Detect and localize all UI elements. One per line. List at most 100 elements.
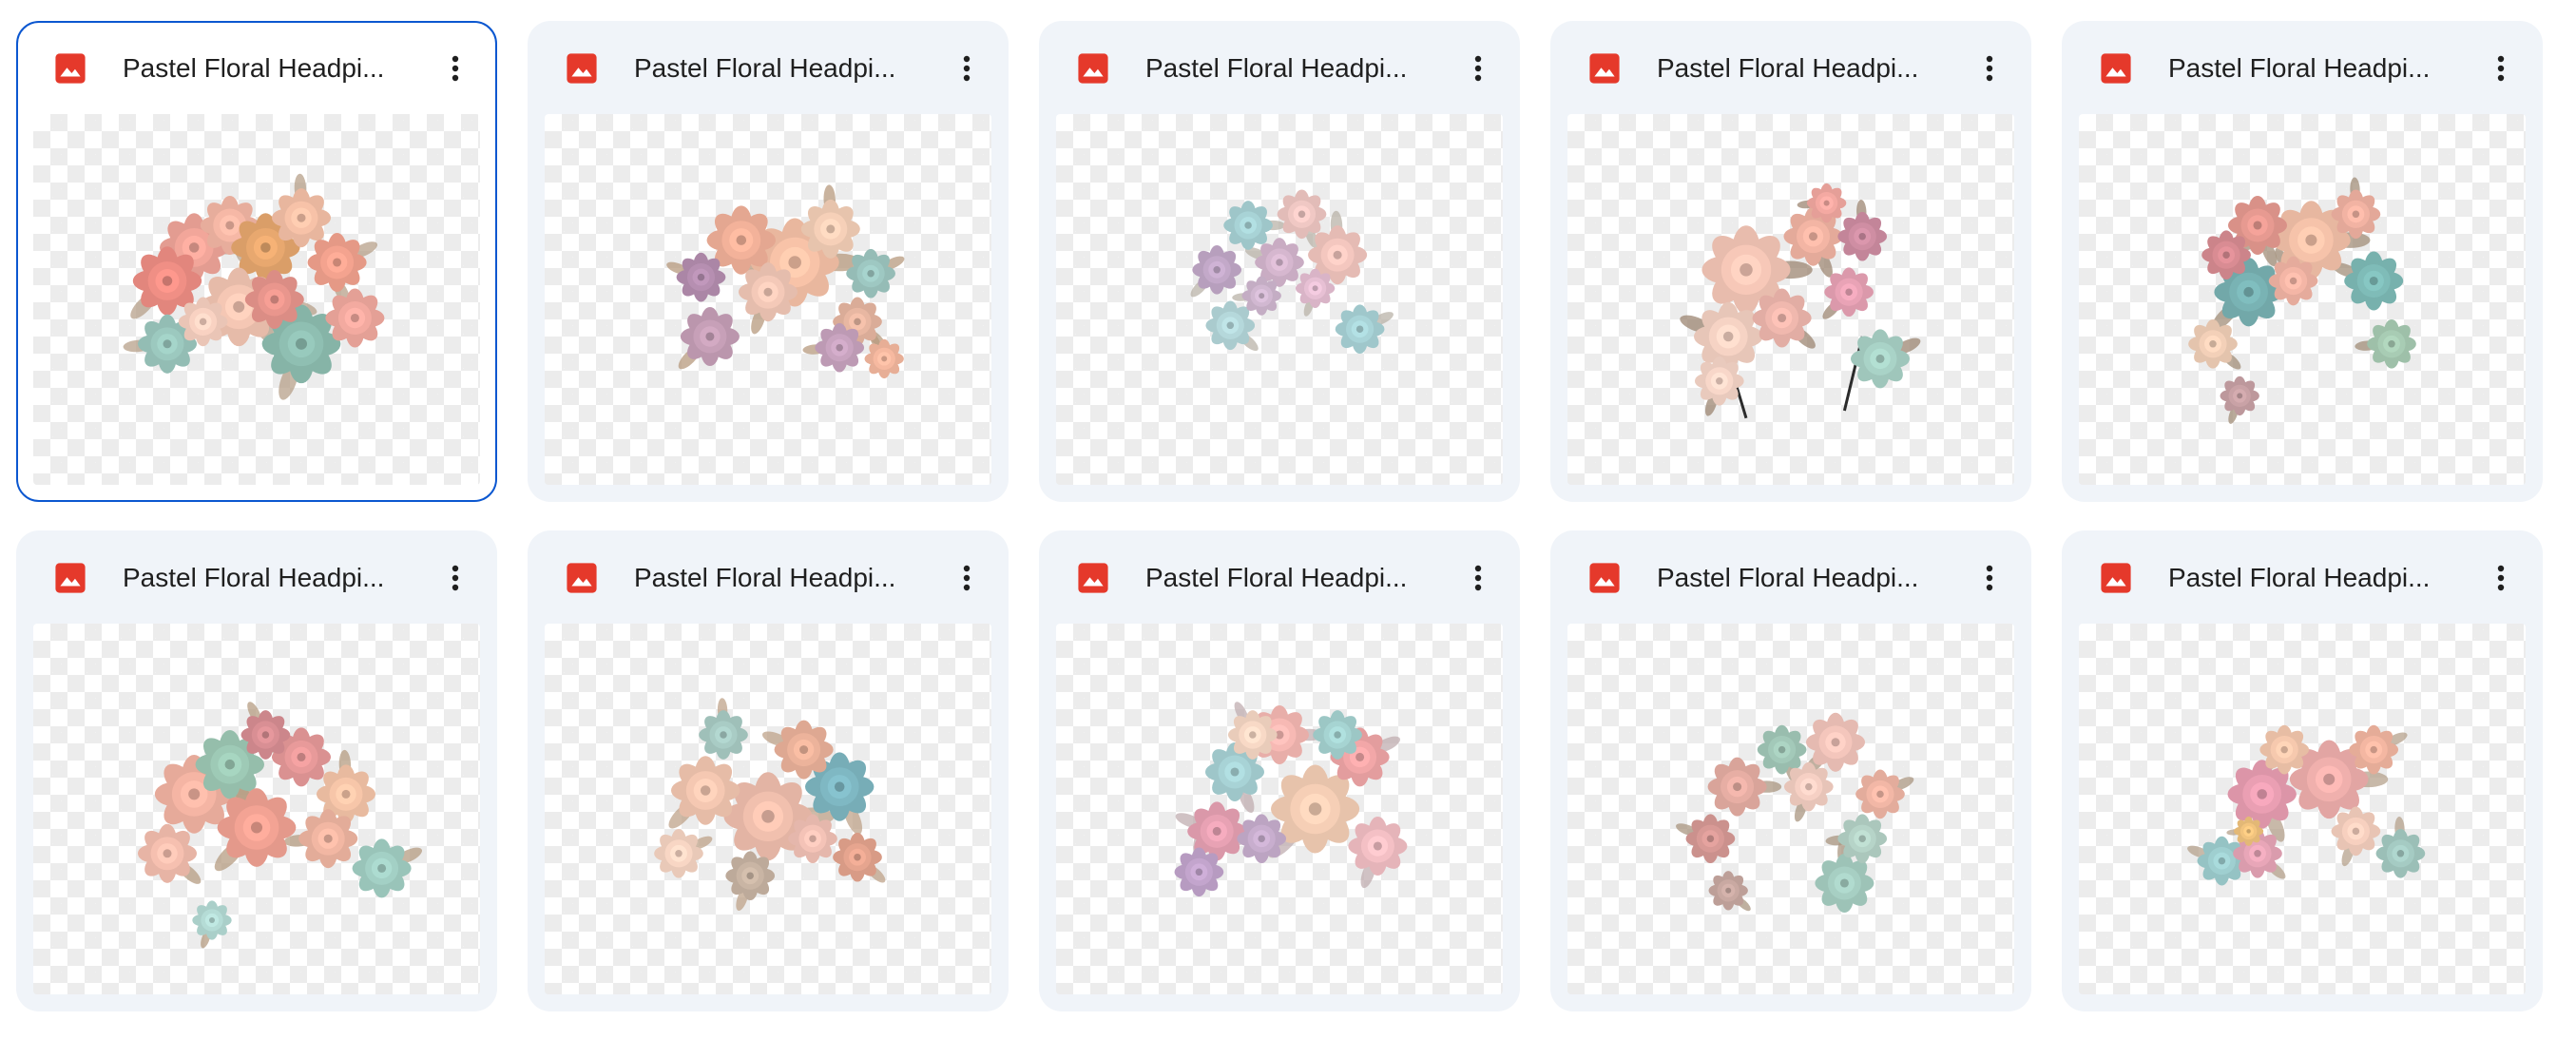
more-options-button[interactable] — [1457, 557, 1499, 599]
flower — [1752, 288, 1812, 348]
flower — [846, 248, 895, 299]
more-vert-icon — [1474, 565, 1482, 591]
file-card[interactable]: Pastel Floral Headpi... — [1039, 530, 1520, 1011]
file-card[interactable]: Pastel Floral Headpi... — [528, 530, 1009, 1011]
floral-headpiece-image — [137, 702, 423, 949]
file-name: Pastel Floral Headpi... — [123, 563, 385, 592]
file-name: Pastel Floral Headpi... — [1657, 53, 1919, 83]
file-card-header: Pastel Floral Headpi... — [529, 532, 1007, 624]
file-card[interactable]: Pastel Floral Headpi... — [16, 21, 497, 502]
more-vert-icon — [452, 55, 459, 82]
flower — [1237, 814, 1287, 864]
flower — [1192, 244, 1242, 295]
file-card[interactable]: Pastel Floral Headpi... — [1550, 21, 2031, 502]
flower — [1241, 276, 1281, 316]
flower — [244, 269, 304, 330]
more-vert-icon — [1474, 55, 1482, 82]
flower — [2188, 318, 2238, 369]
file-card-header: Pastel Floral Headpi... — [18, 532, 495, 624]
flower — [307, 232, 367, 293]
flower — [788, 814, 837, 864]
flower — [833, 832, 882, 882]
more-vert-icon — [963, 565, 971, 591]
image-thumbnail[interactable] — [1056, 624, 1503, 994]
floral-headpiece-image — [2188, 177, 2416, 424]
image-file-icon — [566, 562, 598, 594]
more-options-button[interactable] — [2480, 48, 2522, 89]
flower — [815, 322, 865, 373]
flower — [217, 788, 297, 867]
file-card-header: Pastel Floral Headpi... — [2064, 532, 2541, 624]
file-card[interactable]: Pastel Floral Headpi... — [2062, 530, 2543, 1011]
flower — [1313, 710, 1362, 760]
file-card[interactable]: Pastel Floral Headpi... — [528, 21, 1009, 502]
flower — [1708, 871, 1748, 911]
floral-headpiece-image — [654, 698, 886, 911]
image-thumbnail[interactable] — [33, 114, 480, 485]
flower — [1174, 847, 1224, 897]
file-name: Pastel Floral Headpi... — [634, 563, 896, 592]
flower — [2331, 189, 2381, 240]
flower — [654, 828, 703, 878]
flower — [325, 288, 385, 348]
more-options-button[interactable] — [2480, 557, 2522, 599]
image-file-icon — [566, 52, 598, 85]
image-thumbnail[interactable] — [545, 624, 991, 994]
flower — [1335, 304, 1385, 355]
more-options-button[interactable] — [1457, 48, 1499, 89]
image-file-icon — [2100, 52, 2132, 85]
flower — [2344, 251, 2404, 311]
image-thumbnail[interactable] — [1567, 624, 2014, 994]
flower — [1277, 189, 1327, 240]
flower — [352, 838, 412, 898]
flower — [2220, 376, 2259, 416]
file-card-header: Pastel Floral Headpi... — [1552, 532, 2029, 624]
file-card[interactable]: Pastel Floral Headpi... — [1039, 21, 1520, 502]
file-card-header: Pastel Floral Headpi... — [18, 23, 495, 114]
flower — [1806, 183, 1847, 223]
file-card[interactable]: Pastel Floral Headpi... — [2062, 21, 2543, 502]
file-card-header: Pastel Floral Headpi... — [1041, 532, 1518, 624]
more-vert-icon — [2497, 565, 2505, 591]
flower — [178, 297, 228, 347]
floral-headpiece-image — [1190, 189, 1394, 355]
more-vert-icon — [1986, 565, 1993, 591]
more-options-button[interactable] — [946, 48, 988, 89]
flower — [2201, 230, 2251, 280]
image-thumbnail[interactable] — [2079, 114, 2526, 485]
more-options-button[interactable] — [1969, 48, 2010, 89]
image-thumbnail[interactable] — [545, 114, 991, 485]
flower — [1685, 814, 1736, 864]
flower — [1783, 761, 1834, 812]
file-card-header: Pastel Floral Headpi... — [1041, 23, 1518, 114]
more-options-button[interactable] — [434, 557, 476, 599]
file-card[interactable]: Pastel Floral Headpi... — [1550, 530, 2031, 1011]
more-options-button[interactable] — [1969, 557, 2010, 599]
flower — [192, 900, 232, 940]
image-thumbnail[interactable] — [1567, 114, 2014, 485]
floral-headpiece-image — [666, 184, 905, 379]
flower — [240, 710, 291, 760]
file-name: Pastel Floral Headpi... — [634, 53, 896, 83]
file-name: Pastel Floral Headpi... — [1145, 563, 1408, 592]
file-name: Pastel Floral Headpi... — [2168, 563, 2431, 592]
flower — [1295, 268, 1336, 308]
flower — [1850, 329, 1911, 389]
flower — [699, 710, 748, 760]
image-thumbnail[interactable] — [33, 624, 480, 994]
flower — [1805, 712, 1866, 772]
image-thumbnail[interactable] — [1056, 114, 1503, 485]
more-vert-icon — [1986, 55, 1993, 82]
flower — [1348, 816, 1408, 876]
file-card[interactable]: Pastel Floral Headpi... — [16, 530, 497, 1011]
image-file-icon — [54, 562, 87, 594]
image-thumbnail[interactable] — [2079, 624, 2526, 994]
flower — [2234, 816, 2264, 846]
flower — [2367, 318, 2416, 369]
file-name: Pastel Floral Headpi... — [2168, 53, 2431, 83]
more-options-button[interactable] — [434, 48, 476, 89]
flower — [2349, 724, 2399, 775]
file-name: Pastel Floral Headpi... — [123, 53, 385, 83]
floral-headpiece-image — [123, 173, 385, 400]
more-options-button[interactable] — [946, 557, 988, 599]
